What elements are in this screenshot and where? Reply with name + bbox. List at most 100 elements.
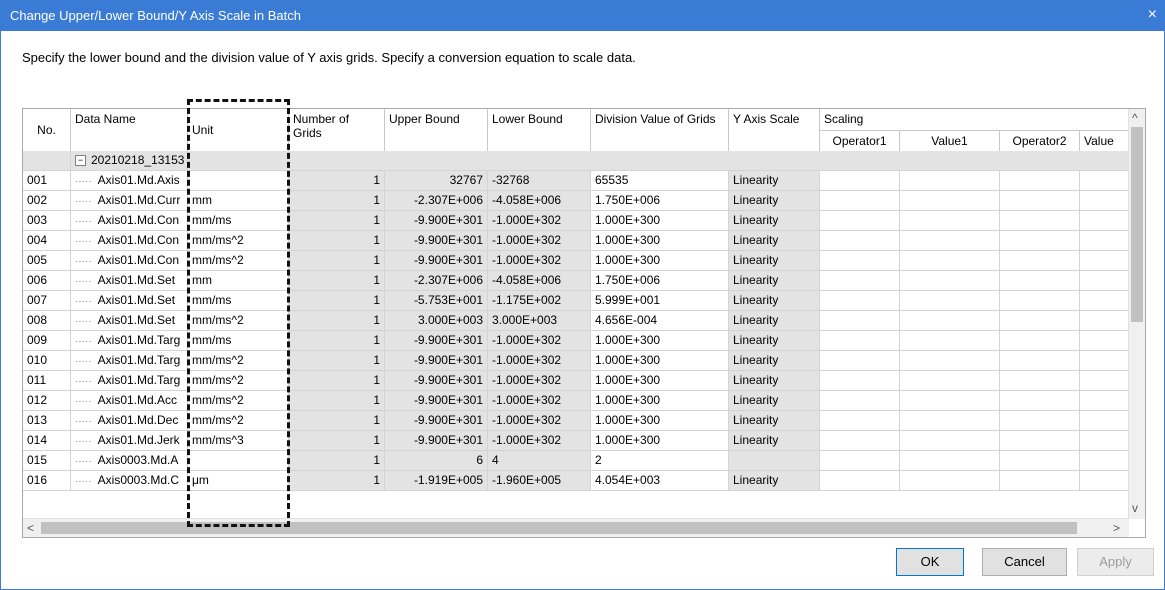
unit-cell[interactable]: mm/ms bbox=[188, 331, 289, 350]
value1-cell[interactable] bbox=[900, 251, 1000, 270]
operator1-cell[interactable] bbox=[820, 351, 900, 370]
value1-cell[interactable] bbox=[900, 411, 1000, 430]
value2-cell[interactable] bbox=[1080, 431, 1129, 450]
no-cell[interactable]: 010 bbox=[23, 351, 71, 370]
data-name-cell[interactable]: ····· Axis0003.Md.C bbox=[71, 471, 188, 490]
operator1-cell[interactable] bbox=[820, 311, 900, 330]
operator1-cell[interactable] bbox=[820, 331, 900, 350]
unit-cell[interactable]: μm bbox=[188, 471, 289, 490]
table-row[interactable]: 003 ····· Axis01.Md.Con mm/ms 1 -9.900E+301 -1… bbox=[23, 211, 1129, 231]
division-value-cell[interactable]: 1.000E+300 bbox=[591, 411, 729, 430]
operator2-cell[interactable] bbox=[1000, 391, 1080, 410]
number-of-grids-cell[interactable]: 1 bbox=[289, 311, 385, 330]
number-of-grids-cell[interactable]: 1 bbox=[289, 431, 385, 450]
no-cell[interactable]: 004 bbox=[23, 231, 71, 250]
operator1-cell[interactable] bbox=[820, 471, 900, 490]
unit-cell[interactable]: mm/ms^2 bbox=[188, 351, 289, 370]
no-cell[interactable]: 001 bbox=[23, 171, 71, 190]
no-cell[interactable]: 007 bbox=[23, 291, 71, 310]
value1-cell[interactable] bbox=[900, 211, 1000, 230]
no-cell[interactable]: 016 bbox=[23, 471, 71, 490]
value2-cell[interactable] bbox=[1080, 171, 1129, 190]
lower-bound-cell[interactable]: -1.000E+302 bbox=[488, 211, 591, 230]
division-value-cell[interactable]: 1.000E+300 bbox=[591, 211, 729, 230]
lower-bound-cell[interactable]: -1.960E+005 bbox=[488, 471, 591, 490]
upper-bound-cell[interactable]: 3.000E+003 bbox=[385, 311, 488, 330]
number-of-grids-cell[interactable]: 1 bbox=[289, 391, 385, 410]
number-of-grids-cell[interactable]: 1 bbox=[289, 271, 385, 290]
lower-bound-cell[interactable]: 4 bbox=[488, 451, 591, 470]
upper-bound-cell[interactable]: -9.900E+301 bbox=[385, 371, 488, 390]
upper-bound-cell[interactable]: -2.307E+006 bbox=[385, 191, 488, 210]
data-name-cell[interactable]: ····· Axis0003.Md.A bbox=[71, 451, 188, 470]
value2-cell[interactable] bbox=[1080, 211, 1129, 230]
lower-bound-cell[interactable]: -1.175E+002 bbox=[488, 291, 591, 310]
y-axis-scale-cell[interactable]: Linearity bbox=[729, 431, 820, 450]
operator1-cell[interactable] bbox=[820, 291, 900, 310]
division-value-cell[interactable]: 4.054E+003 bbox=[591, 471, 729, 490]
lower-bound-cell[interactable]: -1.000E+302 bbox=[488, 371, 591, 390]
division-value-cell[interactable]: 65535 bbox=[591, 171, 729, 190]
lower-bound-cell[interactable]: -1.000E+302 bbox=[488, 431, 591, 450]
y-axis-scale-cell[interactable]: Linearity bbox=[729, 171, 820, 190]
upper-bound-cell[interactable]: -9.900E+301 bbox=[385, 391, 488, 410]
number-of-grids-cell[interactable]: 1 bbox=[289, 211, 385, 230]
operator2-cell[interactable] bbox=[1000, 251, 1080, 270]
upper-bound-cell[interactable]: -9.900E+301 bbox=[385, 211, 488, 230]
data-name-cell[interactable]: ····· Axis01.Md.Targ bbox=[71, 351, 188, 370]
unit-cell[interactable]: mm bbox=[188, 191, 289, 210]
data-grid[interactable]: No. Data Name Unit Number of Grids Upper… bbox=[22, 108, 1146, 538]
value2-cell[interactable] bbox=[1080, 231, 1129, 250]
no-cell[interactable]: 003 bbox=[23, 211, 71, 230]
division-value-cell[interactable]: 1.000E+300 bbox=[591, 331, 729, 350]
operator1-cell[interactable] bbox=[820, 411, 900, 430]
division-value-cell[interactable]: 1.000E+300 bbox=[591, 251, 729, 270]
number-of-grids-cell[interactable]: 1 bbox=[289, 291, 385, 310]
no-cell[interactable]: 011 bbox=[23, 371, 71, 390]
value1-cell[interactable] bbox=[900, 451, 1000, 470]
no-cell[interactable]: 005 bbox=[23, 251, 71, 270]
operator2-cell[interactable] bbox=[1000, 331, 1080, 350]
y-axis-scale-cell[interactable]: Linearity bbox=[729, 351, 820, 370]
division-value-cell[interactable]: 1.750E+006 bbox=[591, 191, 729, 210]
no-cell[interactable]: 012 bbox=[23, 391, 71, 410]
scroll-down-icon[interactable]: v bbox=[1132, 501, 1138, 515]
value1-cell[interactable] bbox=[900, 311, 1000, 330]
value2-cell[interactable] bbox=[1080, 271, 1129, 290]
scroll-right-icon[interactable]: > bbox=[1113, 521, 1120, 535]
col-header-unit[interactable]: Unit bbox=[188, 109, 289, 151]
col-header-data-name[interactable]: Data Name bbox=[71, 109, 188, 151]
col-header-number-of-grids[interactable]: Number of Grids bbox=[289, 109, 385, 151]
no-cell[interactable]: 002 bbox=[23, 191, 71, 210]
operator2-cell[interactable] bbox=[1000, 451, 1080, 470]
value2-cell[interactable] bbox=[1080, 391, 1129, 410]
no-cell[interactable]: 014 bbox=[23, 431, 71, 450]
col-header-operator1[interactable]: Operator1 bbox=[820, 130, 900, 151]
upper-bound-cell[interactable]: -9.900E+301 bbox=[385, 431, 488, 450]
unit-cell[interactable] bbox=[188, 451, 289, 470]
data-name-cell[interactable]: ····· Axis01.Md.Curr bbox=[71, 191, 188, 210]
data-name-cell[interactable]: ····· Axis01.Md.Axis bbox=[71, 171, 188, 190]
division-value-cell[interactable]: 1.000E+300 bbox=[591, 391, 729, 410]
table-row[interactable]: 014 ····· Axis01.Md.Jerk mm/ms^3 1 -9.900E+30… bbox=[23, 431, 1129, 451]
data-name-cell[interactable]: ····· Axis01.Md.Con bbox=[71, 231, 188, 250]
division-value-cell[interactable]: 1.000E+300 bbox=[591, 351, 729, 370]
operator1-cell[interactable] bbox=[820, 251, 900, 270]
table-row[interactable]: 016 ····· Axis0003.Md.C μm 1 -1.919E+005 -1.96… bbox=[23, 471, 1129, 491]
upper-bound-cell[interactable]: -9.900E+301 bbox=[385, 351, 488, 370]
col-header-y-axis-scale[interactable]: Y Axis Scale bbox=[729, 109, 820, 151]
value2-cell[interactable] bbox=[1080, 451, 1129, 470]
col-header-lower-bound[interactable]: Lower Bound bbox=[488, 109, 591, 151]
vertical-scroll-thumb[interactable] bbox=[1131, 127, 1143, 322]
y-axis-scale-cell[interactable]: Linearity bbox=[729, 251, 820, 270]
table-row[interactable]: 015 ····· Axis0003.Md.A 1 6 4 2 bbox=[23, 451, 1129, 471]
y-axis-scale-cell[interactable]: Linearity bbox=[729, 231, 820, 250]
unit-cell[interactable]: mm/ms bbox=[188, 211, 289, 230]
y-axis-scale-cell[interactable]: Linearity bbox=[729, 371, 820, 390]
number-of-grids-cell[interactable]: 1 bbox=[289, 471, 385, 490]
lower-bound-cell[interactable]: -1.000E+302 bbox=[488, 251, 591, 270]
data-name-cell[interactable]: ····· Axis01.Md.Targ bbox=[71, 371, 188, 390]
operator2-cell[interactable] bbox=[1000, 171, 1080, 190]
data-name-cell[interactable]: ····· Axis01.Md.Jerk bbox=[71, 431, 188, 450]
unit-cell[interactable]: mm/ms^2 bbox=[188, 231, 289, 250]
